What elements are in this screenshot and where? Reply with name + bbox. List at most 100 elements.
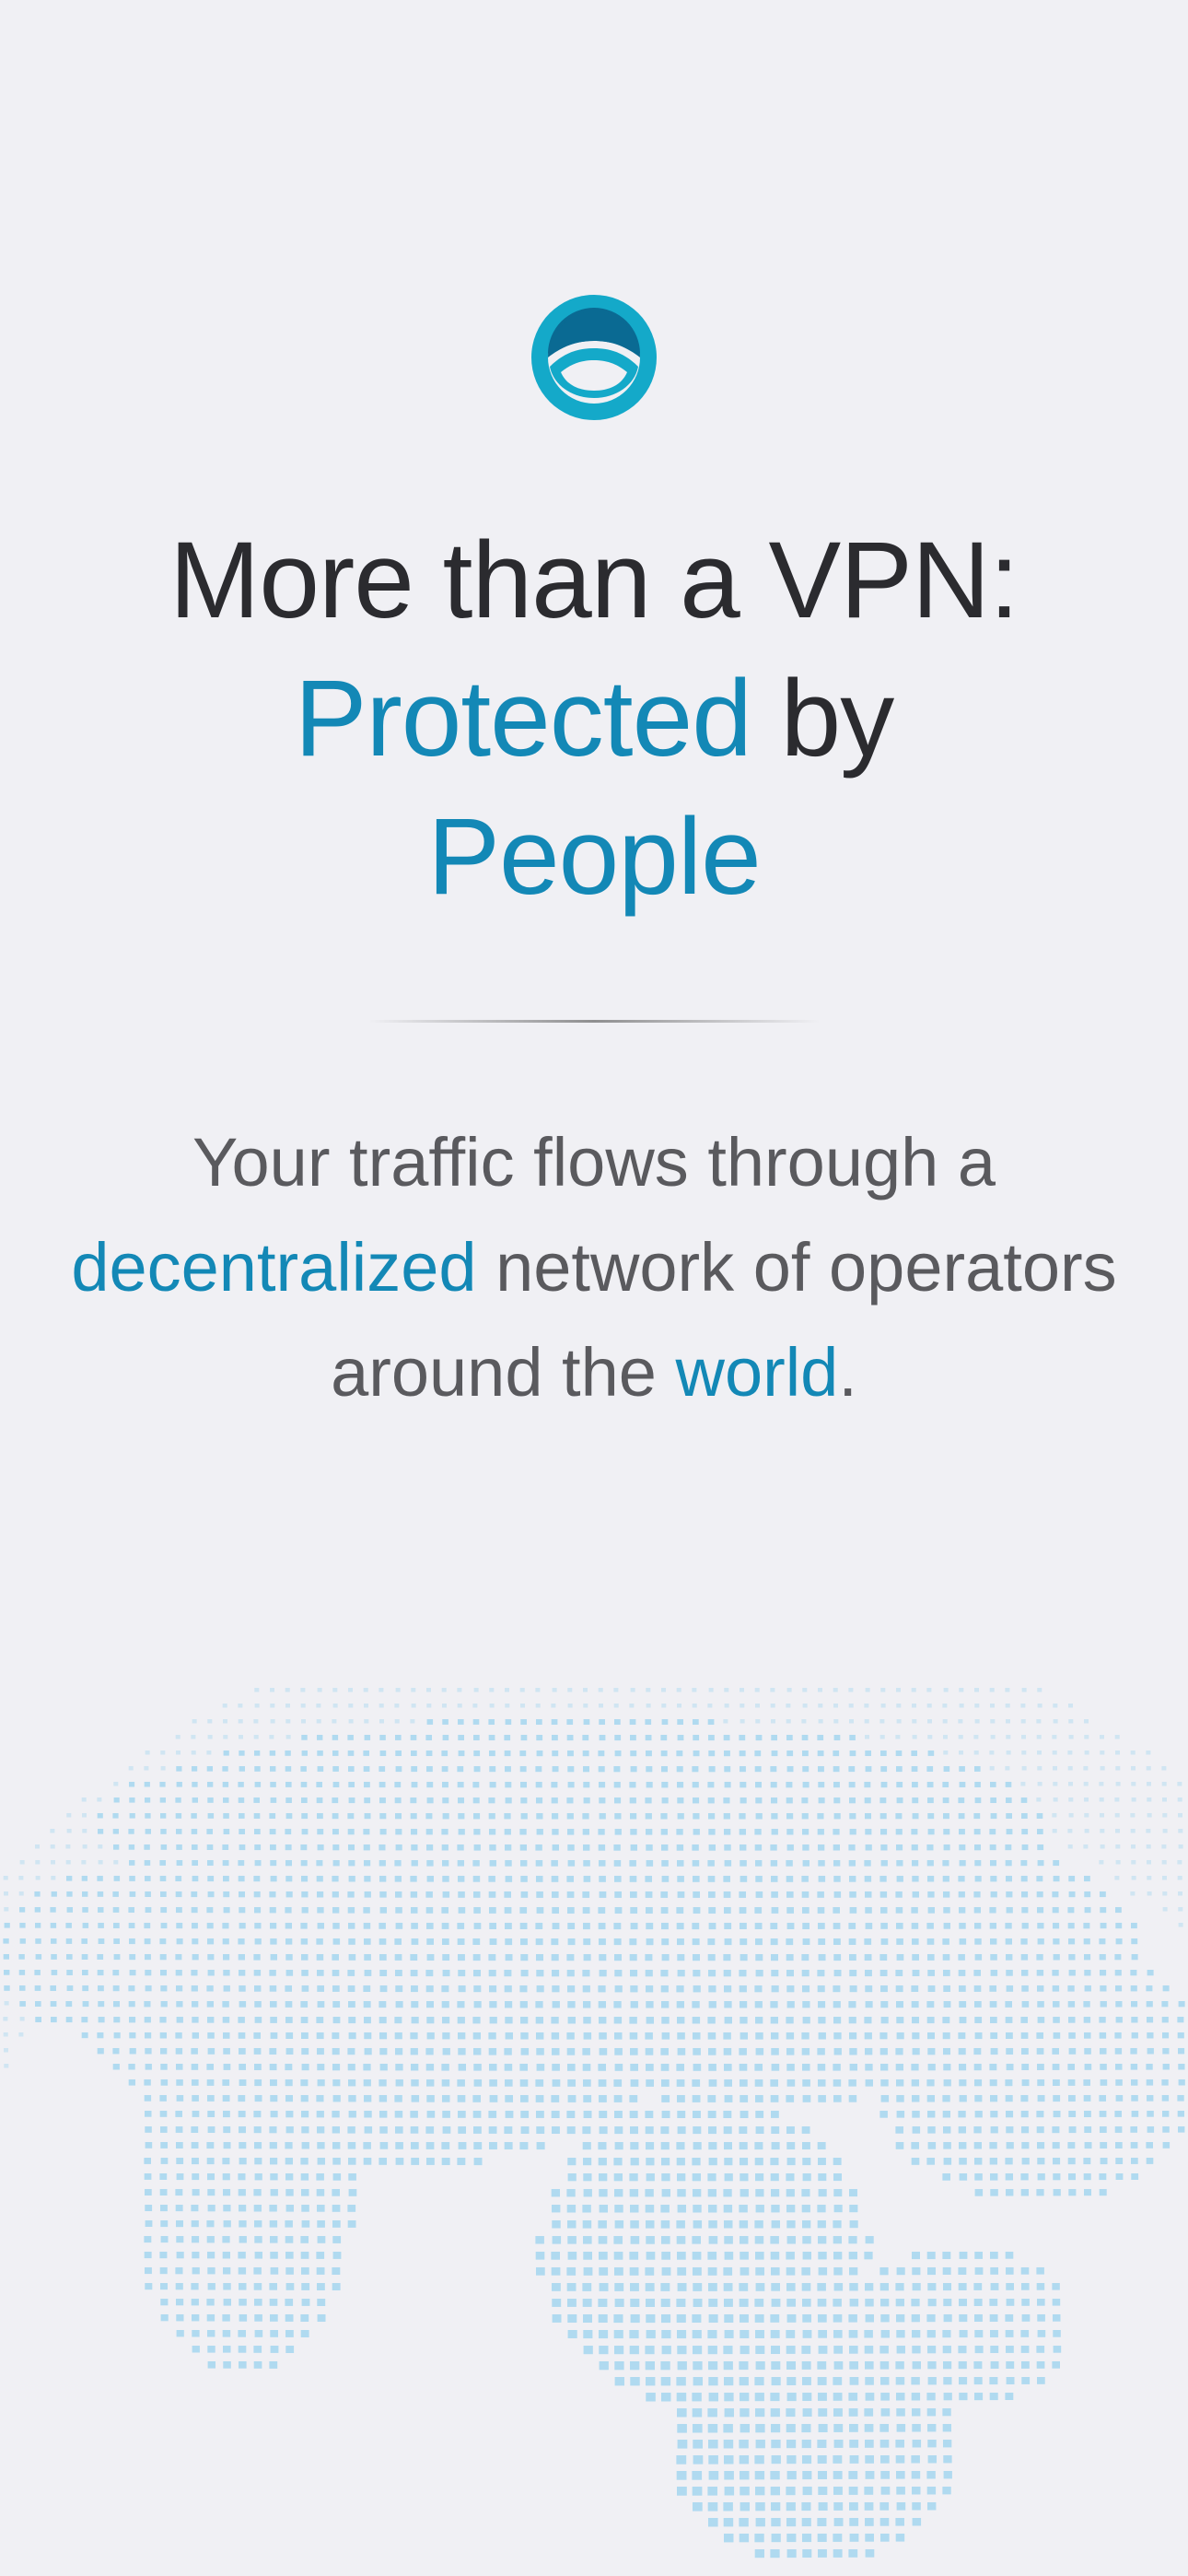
globe-dot bbox=[458, 1970, 466, 1977]
globe-dot bbox=[599, 2205, 608, 2213]
globe-dot bbox=[473, 1844, 481, 1851]
globe-dot bbox=[223, 2299, 231, 2306]
globe-dot bbox=[974, 2001, 982, 2008]
globe-dot bbox=[973, 1891, 981, 1898]
globe-dot bbox=[347, 1751, 355, 1756]
globe-dot bbox=[1177, 2017, 1184, 2023]
globe-dot bbox=[646, 1844, 653, 1851]
globe-dot bbox=[317, 1970, 324, 1976]
globe-dot bbox=[1100, 1735, 1104, 1739]
globe-dot bbox=[35, 1844, 40, 1849]
globe-dot bbox=[645, 2346, 655, 2355]
globe-dot bbox=[849, 2440, 859, 2448]
globe-dot bbox=[536, 1735, 543, 1741]
globe-dot bbox=[707, 2173, 716, 2182]
globe-dot bbox=[740, 2393, 750, 2402]
globe-dot bbox=[739, 2440, 749, 2449]
globe-dot bbox=[1178, 1844, 1183, 1849]
globe-dot bbox=[943, 2048, 950, 2055]
globe-dot bbox=[301, 2032, 309, 2039]
globe-dot bbox=[677, 2173, 686, 2182]
globe-dot bbox=[911, 2377, 920, 2385]
globe-dot bbox=[270, 1938, 277, 1945]
globe-dot bbox=[817, 2142, 826, 2149]
globe-dot bbox=[1114, 1813, 1120, 1818]
globe-dot bbox=[739, 2205, 748, 2213]
globe-dot bbox=[990, 1876, 997, 1882]
globe-dot bbox=[818, 1704, 823, 1708]
globe-dot bbox=[911, 2001, 919, 2008]
globe-dot bbox=[661, 2001, 670, 2008]
globe-dot bbox=[192, 1954, 199, 1961]
globe-dot bbox=[1068, 1938, 1076, 1945]
globe-dot bbox=[676, 1688, 681, 1692]
globe-dot bbox=[598, 2142, 607, 2150]
globe-dot bbox=[912, 2408, 921, 2417]
globe-dot bbox=[535, 2252, 545, 2260]
globe-dot bbox=[425, 1735, 432, 1740]
globe-dot bbox=[896, 2095, 904, 2102]
globe-dot bbox=[192, 2330, 200, 2337]
globe-dot bbox=[707, 2267, 717, 2276]
globe-dot bbox=[880, 2455, 890, 2464]
globe-dot bbox=[536, 1829, 543, 1835]
globe-dot bbox=[176, 1782, 182, 1787]
globe-dot bbox=[802, 2393, 812, 2401]
globe-dot bbox=[912, 2487, 921, 2495]
globe-dot bbox=[613, 2095, 623, 2102]
globe-dot bbox=[582, 1735, 589, 1741]
globe-dot bbox=[786, 1844, 794, 1851]
globe-dot bbox=[990, 1782, 996, 1787]
globe-dot bbox=[269, 1970, 276, 1976]
globe-dot bbox=[270, 2079, 277, 2087]
globe-dot bbox=[739, 2064, 748, 2071]
globe-dot bbox=[942, 2346, 951, 2354]
globe-dot bbox=[19, 1923, 26, 1928]
globe-dot bbox=[176, 2314, 184, 2322]
globe-dot bbox=[536, 2111, 544, 2118]
globe-dot bbox=[646, 1985, 654, 1993]
globe-dot bbox=[411, 1923, 418, 1929]
globe-dot bbox=[1052, 2361, 1060, 2369]
globe-dot bbox=[19, 2017, 25, 2021]
globe-dot bbox=[1036, 2361, 1045, 2369]
globe-dot bbox=[567, 1923, 576, 1929]
globe-dot bbox=[285, 2283, 295, 2290]
globe-dot bbox=[786, 2220, 796, 2229]
globe-dot bbox=[676, 1829, 683, 1835]
globe-dot bbox=[176, 2079, 183, 2086]
globe-dot bbox=[505, 1797, 512, 1804]
globe-dot bbox=[1053, 2346, 1062, 2353]
globe-dot bbox=[849, 2048, 857, 2055]
globe-dot bbox=[66, 1829, 72, 1833]
globe-dot bbox=[552, 1923, 560, 1929]
globe-dot bbox=[770, 2001, 778, 2008]
globe-dot bbox=[520, 1797, 528, 1804]
globe-dot bbox=[1177, 1876, 1182, 1880]
globe-dot bbox=[646, 1766, 653, 1773]
globe-dot bbox=[583, 2252, 592, 2260]
globe-dot bbox=[973, 2299, 983, 2306]
globe-dot bbox=[974, 2330, 984, 2338]
globe-dot bbox=[552, 2001, 560, 2008]
globe-dot bbox=[989, 1907, 996, 1914]
globe-dot bbox=[676, 2001, 684, 2008]
globe-dot bbox=[98, 1923, 104, 1928]
globe-dot bbox=[191, 1891, 198, 1898]
globe-dot bbox=[379, 1923, 386, 1929]
globe-dot bbox=[347, 2205, 356, 2212]
globe-dot bbox=[880, 1938, 889, 1945]
globe-dot bbox=[707, 2408, 717, 2418]
globe-dot bbox=[849, 2299, 859, 2307]
globe-dot bbox=[552, 1813, 559, 1820]
globe-dot bbox=[912, 1876, 919, 1882]
globe-dot bbox=[129, 1797, 135, 1803]
globe-dot bbox=[880, 2330, 890, 2338]
globe-dot bbox=[82, 1813, 87, 1818]
globe-dot bbox=[504, 1751, 511, 1757]
globe-dot bbox=[1131, 1766, 1136, 1771]
globe-dot bbox=[896, 2471, 905, 2479]
globe-dot bbox=[1052, 1970, 1059, 1976]
globe-dot bbox=[1052, 2064, 1060, 2070]
globe-dot bbox=[817, 1891, 824, 1898]
